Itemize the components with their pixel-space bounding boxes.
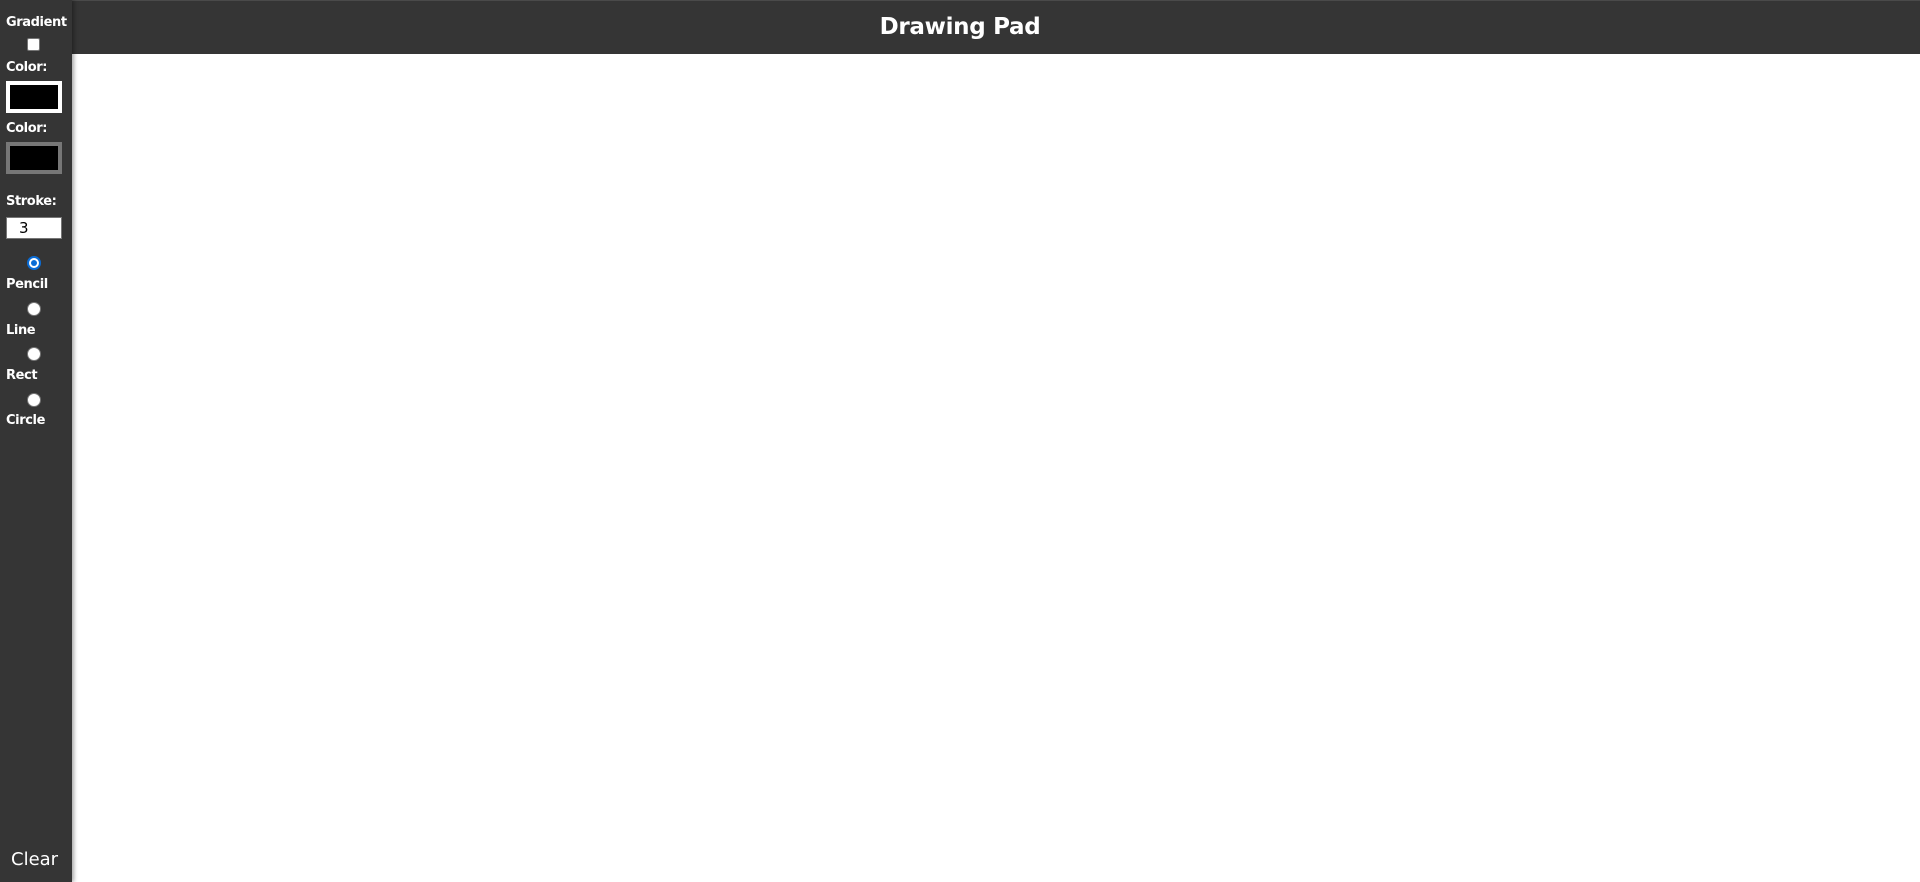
drawing-canvas[interactable]	[72, 54, 1920, 882]
tool-sidebar: Gradient Color: Color: Stroke: 3 Pencil …	[0, 0, 72, 882]
rect-radio[interactable]	[27, 347, 41, 361]
color1-label: Color:	[6, 60, 48, 75]
circle-radio[interactable]	[27, 393, 41, 407]
pencil-label: Pencil	[6, 277, 48, 292]
gradient-label: Gradient	[6, 15, 67, 30]
app-header: Drawing Pad	[0, 0, 1920, 54]
color2-picker[interactable]	[6, 142, 62, 174]
rect-label: Rect	[6, 368, 38, 383]
gradient-checkbox[interactable]	[27, 38, 40, 51]
color2-label: Color:	[6, 121, 48, 136]
stroke-input[interactable]: 3	[6, 217, 62, 239]
line-label: Line	[6, 323, 36, 338]
line-radio[interactable]	[27, 302, 41, 316]
stroke-label: Stroke:	[6, 194, 57, 209]
color1-picker[interactable]	[6, 81, 62, 113]
circle-label: Circle	[6, 413, 45, 428]
clear-button[interactable]: Clear	[11, 849, 58, 870]
page-title: Drawing Pad	[879, 14, 1041, 40]
pencil-radio[interactable]	[27, 256, 41, 270]
